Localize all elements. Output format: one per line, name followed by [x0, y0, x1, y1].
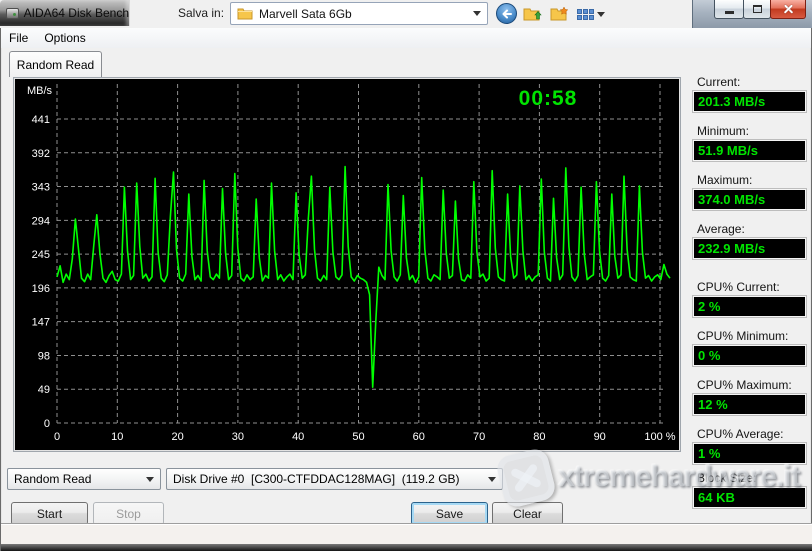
- stat-value-block-size: 64 KB: [693, 487, 806, 508]
- clear-button[interactable]: Clear: [492, 502, 563, 525]
- back-arrow-icon: [502, 9, 512, 18]
- start-button[interactable]: Start: [11, 502, 88, 525]
- svg-text:50: 50: [352, 431, 364, 443]
- tab-label: Random Read: [16, 57, 95, 72]
- svg-text:70: 70: [473, 431, 485, 443]
- maximize-button[interactable]: [743, 0, 771, 19]
- stat-value-cpu-average: 1 %: [693, 443, 806, 464]
- save-dialog-strip: Salva in: Marvell Sata 6Gb: [130, 0, 692, 28]
- chevron-down-icon: [597, 11, 605, 17]
- svg-text:60: 60: [413, 431, 425, 443]
- new-folder-button[interactable]: [548, 4, 570, 24]
- minimize-icon: [724, 10, 734, 14]
- svg-text:0: 0: [54, 431, 60, 443]
- aida64-disk-benchmark-window: File Options Random Read 0 10 20 30 40 50 60 70…: [0, 28, 812, 551]
- window-bottom-edge: [1, 544, 812, 551]
- folder-up-icon: [523, 8, 542, 21]
- svg-text:10: 10: [111, 431, 123, 443]
- close-icon: [783, 4, 794, 15]
- svg-text:30: 30: [232, 431, 244, 443]
- menu-file[interactable]: File: [1, 29, 36, 47]
- svg-text:294: 294: [32, 215, 50, 227]
- stat-value-maximum: 374.0 MB/s: [693, 189, 806, 210]
- stat-label: CPU% Current:: [697, 280, 780, 294]
- test-type-value: Random Read: [14, 472, 92, 486]
- disk-drive-select[interactable]: Disk Drive #0 [C300-CTFDDAC128MAG] (119.…: [166, 468, 503, 490]
- test-type-select[interactable]: Random Read: [7, 468, 161, 490]
- minimize-button[interactable]: [714, 0, 744, 19]
- chevron-down-icon: [488, 476, 496, 482]
- svg-text:196: 196: [32, 283, 50, 295]
- svg-text:90: 90: [594, 431, 606, 443]
- stat-label: Block Size:: [697, 471, 757, 485]
- svg-text:40: 40: [292, 431, 304, 443]
- stat-label: Average:: [697, 222, 745, 236]
- folder-icon: [237, 8, 253, 20]
- save-location-value: Marvell Sata 6Gb: [259, 6, 352, 21]
- window-title: AIDA64 Disk Bench: [23, 6, 129, 20]
- benchmark-chart: 0 10 20 30 40 50 60 70 80 90 100 % 441 392 343 294 245 1…: [13, 77, 681, 452]
- svg-text:392: 392: [32, 148, 50, 160]
- svg-text:MB/s: MB/s: [27, 85, 53, 97]
- views-icon: [577, 8, 594, 20]
- svg-text:0: 0: [44, 418, 50, 430]
- svg-text:49: 49: [38, 384, 50, 396]
- svg-text:343: 343: [32, 182, 50, 194]
- chevron-down-icon: [146, 476, 154, 482]
- status-strip: [1, 524, 812, 544]
- tab-random-read[interactable]: Random Read: [9, 51, 102, 77]
- screen: AIDA64 Disk Bench Salva in: Marvell Sata…: [0, 0, 812, 551]
- stat-value-current: 201.3 MB/s: [693, 91, 806, 112]
- top-strip: AIDA64 Disk Bench Salva in: Marvell Sata…: [0, 0, 812, 28]
- new-folder-icon: [550, 6, 568, 21]
- stat-label: Minimum:: [697, 124, 750, 138]
- back-button[interactable]: [496, 3, 517, 24]
- svg-text:80: 80: [533, 431, 545, 443]
- save-button[interactable]: Save: [411, 502, 488, 525]
- stat-label: Current:: [697, 75, 741, 89]
- stat-label: CPU% Average:: [697, 427, 784, 441]
- svg-text:100 %: 100 %: [644, 431, 675, 443]
- stat-label: Maximum:: [697, 173, 753, 187]
- menu-options[interactable]: Options: [36, 29, 93, 47]
- close-button[interactable]: [770, 0, 806, 19]
- stat-value-average: 232.9 MB/s: [693, 238, 806, 259]
- views-menu-button[interactable]: [576, 4, 606, 24]
- stat-value-minimum: 51.9 MB/s: [693, 140, 806, 161]
- svg-text:98: 98: [38, 350, 50, 362]
- svg-text:147: 147: [32, 317, 50, 329]
- dialog-frame-corner: [692, 0, 812, 28]
- chart-canvas: 0 10 20 30 40 50 60 70 80 90 100 % 441 392 343 294 245 1…: [27, 84, 676, 443]
- chevron-down-icon[interactable]: [473, 11, 481, 16]
- stat-value-cpu-maximum: 12 %: [693, 394, 806, 415]
- menu-bar: File Options: [1, 28, 811, 48]
- svg-text:20: 20: [171, 431, 183, 443]
- stat-value-cpu-current: 2 %: [693, 296, 806, 317]
- save-location-combobox[interactable]: Marvell Sata 6Gb: [230, 2, 488, 25]
- elapsed-time: 00:58: [518, 87, 578, 110]
- stat-value-cpu-minimum: 0 %: [693, 345, 806, 366]
- disk-drive-icon: [6, 7, 19, 19]
- svg-text:441: 441: [32, 114, 50, 126]
- window-controls: [714, 0, 806, 19]
- up-one-level-button[interactable]: [521, 4, 543, 24]
- stop-button: Stop: [93, 502, 164, 525]
- aida64-titlebar[interactable]: AIDA64 Disk Bench: [0, 0, 130, 26]
- stat-label: CPU% Minimum:: [697, 329, 789, 343]
- save-in-label: Salva in:: [178, 6, 225, 20]
- maximize-icon: [752, 5, 762, 13]
- stat-label: CPU% Maximum:: [697, 378, 792, 392]
- disk-drive-value: Disk Drive #0 [C300-CTFDDAC128MAG] (119.…: [173, 472, 460, 486]
- svg-text:245: 245: [32, 249, 50, 261]
